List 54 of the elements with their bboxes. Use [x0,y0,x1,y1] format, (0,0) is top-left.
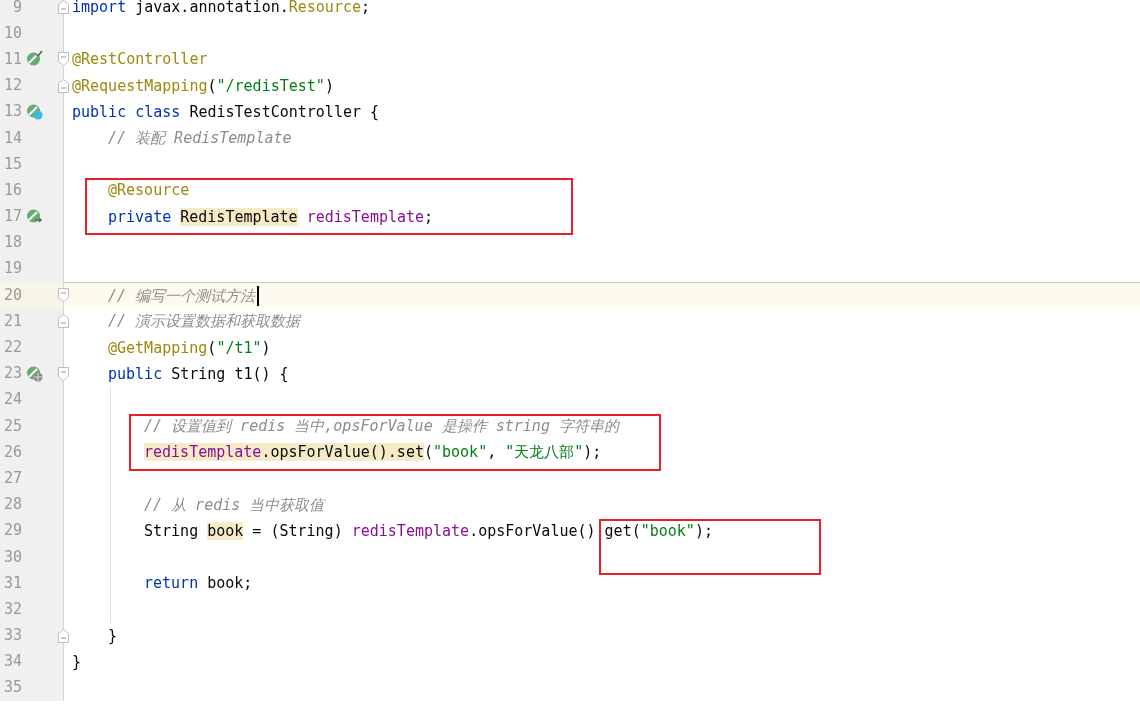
line-number: 28 [2,497,22,513]
line-number: 14 [2,130,22,146]
line-number: 24 [2,392,22,408]
code-line: } [108,625,118,646]
line-number: 35 [2,680,22,696]
line-number: 19 [2,261,22,277]
line-number: 22 [2,340,22,356]
fold-marker-icon[interactable] [58,288,69,303]
line-number: 15 [2,156,22,172]
code-line: return book; [144,573,253,594]
code-line: redisTemplate.opsForValue().set("book", "天龙八部"); [144,442,602,463]
fold-marker-icon[interactable] [58,52,69,67]
code-comment: // 装配 RedisTemplate [108,128,292,149]
line-number: 25 [2,418,22,434]
code-line: } [72,651,82,672]
line-number: 16 [2,182,22,198]
code-line: @GetMapping("/t1") [108,337,271,358]
fold-marker-icon[interactable] [58,366,69,381]
line-number: 33 [2,628,22,644]
code-comment: // 设置值到 redis 当中,opsForValue 是操作 string 字符串的 [144,416,619,437]
line-number: 18 [2,235,22,251]
line-number: 13 [2,104,22,120]
leaf-check-icon[interactable] [26,50,43,68]
code-line: import javax.annotation.Resource; [72,0,371,18]
fold-marker-icon[interactable] [58,0,69,14]
line-number: 17 [2,209,22,225]
code-line: @RestController [72,49,208,70]
line-number: 26 [2,444,22,460]
line-number: 11 [2,51,22,67]
code-line: public String t1() { [108,363,289,384]
code-comment: // 编写一个测试方法 [108,285,256,306]
line-number: 10 [2,25,22,41]
leaf-class-icon[interactable] [26,102,43,120]
line-number: 29 [2,523,22,539]
fold-marker-icon[interactable] [58,78,69,93]
code-line: public class RedisTestController { [72,101,380,122]
line-number: 30 [2,549,22,565]
line-number: 31 [2,575,22,591]
fold-marker-icon[interactable] [58,314,69,329]
line-number: 34 [2,654,22,670]
fold-marker-icon[interactable] [58,628,69,643]
line-number: 21 [2,313,22,329]
line-number: 27 [2,470,22,486]
line-number: 9 [11,0,22,15]
code-comment: // 演示设置数据和获取数据 [108,311,301,332]
code-line: @Resource [108,180,190,201]
line-number: 12 [2,78,22,94]
leaf-globe-icon[interactable] [26,364,43,382]
code-line: @RequestMapping("/redisTest") [72,75,334,96]
line-number: 20 [2,287,22,303]
line-number: 32 [2,601,22,617]
code-comment: // 从 redis 当中获取值 [144,494,325,515]
line-number: 23 [2,366,22,382]
code-line: private RedisTemplate redisTemplate; [108,206,434,227]
